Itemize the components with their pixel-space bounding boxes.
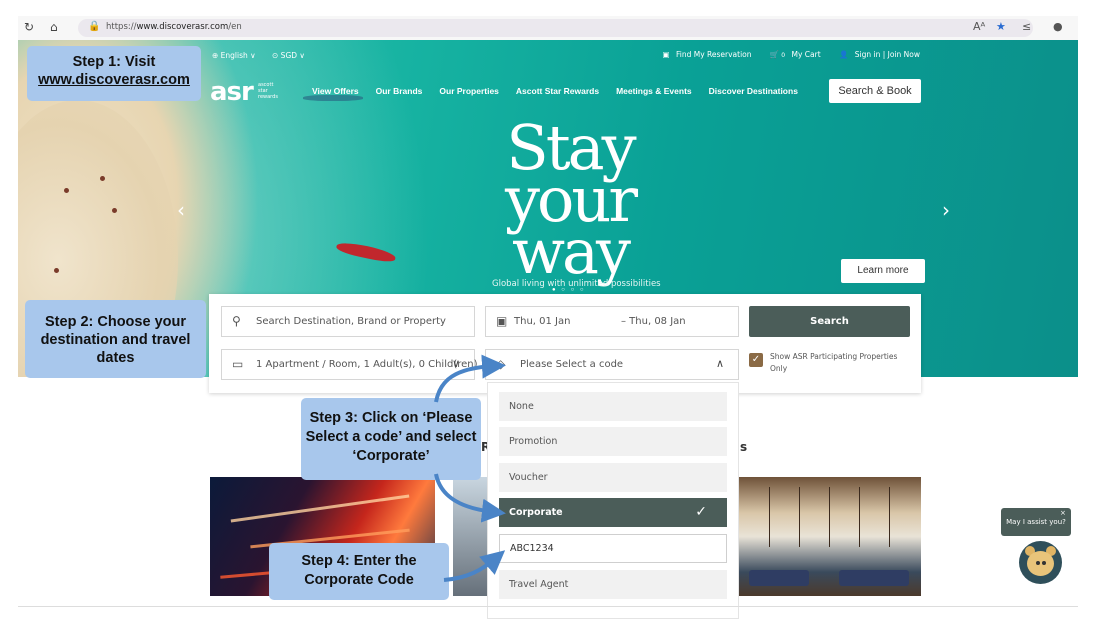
star-icon[interactable]: ★ <box>996 20 1006 33</box>
step3-callout: Step 3: Click on ‘Please Select a code’ … <box>301 398 481 480</box>
property-card-image[interactable] <box>453 477 487 596</box>
main-navigation: View Offers Our Brands Our Properties Ascot… <box>312 86 815 96</box>
chevron-down-icon: ∨ <box>451 357 460 370</box>
search-icon: ⚲ <box>232 314 241 328</box>
carousel-prev-icon[interactable]: ‹ <box>177 198 185 222</box>
nav-ascott-star-rewards[interactable]: Ascott Star Rewards <box>516 86 599 96</box>
cart-link[interactable]: My Cart <box>791 50 820 59</box>
rooms-guests-select[interactable]: ▭ 1 Apartment / Room, 1 Adult(s), 0 Chil… <box>221 349 478 380</box>
date-range-field[interactable]: ▣ Thu, 01 Jan – Thu, 08 Jan <box>485 306 739 337</box>
hero-headline: Stay your way <box>505 111 638 288</box>
step2-callout: Step 2: Choose your destination and trav… <box>25 300 206 378</box>
close-icon[interactable]: × <box>1060 509 1066 517</box>
chat-bot-icon[interactable] <box>1019 541 1062 584</box>
utility-right: ▣ Find My Reservation 🛒 0 My Cart 👤 Sign … <box>651 50 921 59</box>
checkout-date[interactable]: – Thu, 08 Jan <box>621 316 686 327</box>
nav-our-properties[interactable]: Our Properties <box>439 86 499 96</box>
asr-logo[interactable]: asr <box>210 77 254 107</box>
corporate-code-input[interactable]: ABC1234 <box>499 534 727 563</box>
code-option-travel-agent[interactable]: Travel Agent <box>499 570 727 599</box>
code-dropdown-menu: None Promotion Voucher Corporate ✓ ABC12… <box>487 382 739 619</box>
nav-view-offers[interactable]: View Offers <box>312 86 359 96</box>
search-book-button[interactable]: Search & Book <box>829 79 921 103</box>
carousel-dots[interactable]: ● ○ ○ ○ <box>552 287 586 293</box>
asr-only-checkbox[interactable]: ✓ <box>749 353 763 367</box>
learn-more-button[interactable]: Learn more <box>841 259 925 283</box>
nav-discover-destinations[interactable]: Discover Destinations <box>709 86 798 96</box>
step1-callout: Step 1: Visit www.discoverasr.com <box>27 46 201 101</box>
lock-icon[interactable]: 🔒 <box>88 21 100 32</box>
address-bar[interactable]: 🔒 https://www.discoverasr.com/en <box>78 19 1033 37</box>
code-option-none[interactable]: None <box>499 392 727 421</box>
chevron-up-icon: ∧ <box>715 357 724 370</box>
url-text: https://www.discoverasr.com/en <box>106 22 242 32</box>
step4-callout: Step 4: Enter the Corporate Code <box>269 543 449 600</box>
code-option-voucher[interactable]: Voucher <box>499 463 727 492</box>
refresh-icon[interactable]: ↻ <box>24 20 34 34</box>
property-card-image[interactable] <box>739 477 921 596</box>
divider <box>18 606 1078 607</box>
carousel-next-icon[interactable]: › <box>942 198 950 222</box>
user-icon: 👤 <box>839 50 849 59</box>
calendar-icon: ▣ <box>496 314 508 328</box>
cart-icon: 🛒 <box>769 50 780 59</box>
currency-selector[interactable]: ⊙ SGD ∨ <box>272 51 305 60</box>
checkin-date[interactable]: Thu, 01 Jan <box>514 316 570 327</box>
read-aloud-icon[interactable]: Aᴬ <box>973 20 985 33</box>
booking-panel: ⚲ Search Destination, Brand or Property … <box>209 294 921 393</box>
code-option-corporate[interactable]: Corporate ✓ <box>499 498 727 527</box>
language-selector[interactable]: ⊕ English ∨ <box>212 51 256 60</box>
beach-person <box>64 188 69 193</box>
nav-our-brands[interactable]: Our Brands <box>376 86 423 96</box>
calendar-icon: ▣ <box>662 50 670 59</box>
nav-meetings-events[interactable]: Meetings & Events <box>616 86 692 96</box>
sign-in-link[interactable]: Sign in | Join Now <box>855 50 920 59</box>
asr-only-label: Show ASR Participating Properties Only <box>770 352 898 373</box>
favorites-icon[interactable]: ≤ <box>1022 20 1031 33</box>
beach-person <box>100 176 105 181</box>
utility-left: ⊕ English ∨ ⊙ SGD ∨ <box>212 51 319 60</box>
section-heading-fragment: s <box>740 440 748 454</box>
code-option-promotion[interactable]: Promotion <box>499 427 727 456</box>
profile-icon[interactable]: ● <box>1053 20 1063 33</box>
find-reservation-link[interactable]: Find My Reservation <box>676 50 752 59</box>
browser-toolbar: ↻ ⌂ 🔒 https://www.discoverasr.com/en Aᴬ … <box>18 16 1078 40</box>
beach-person <box>112 208 117 213</box>
red-boat-image <box>335 239 397 265</box>
logo-subtitle: ascott star rewards <box>258 82 278 100</box>
cart-count: 0 <box>781 52 786 59</box>
code-select[interactable]: ◇ Please Select a code ∧ <box>485 349 739 380</box>
destination-input[interactable]: ⚲ Search Destination, Brand or Property <box>221 306 475 337</box>
beach-person <box>54 268 59 273</box>
tag-icon: ◇ <box>496 357 506 371</box>
search-button[interactable]: Search <box>749 306 910 337</box>
step1-link[interactable]: www.discoverasr.com <box>27 71 201 89</box>
home-icon[interactable]: ⌂ <box>50 20 58 34</box>
check-icon: ✓ <box>695 504 707 520</box>
bed-icon: ▭ <box>232 357 244 371</box>
